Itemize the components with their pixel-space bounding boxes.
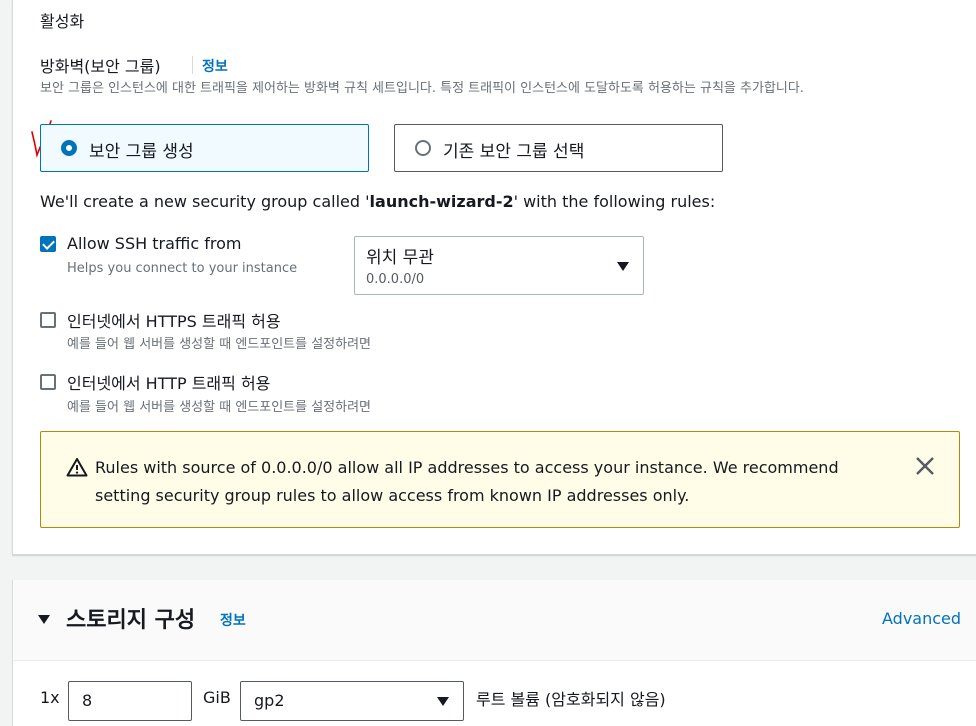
allow-https-checkbox[interactable]: [40, 312, 56, 328]
volume-size-input[interactable]: 8: [68, 681, 192, 721]
alert-message: Rules with source of 0.0.0.0/0 allow all…: [95, 458, 839, 505]
select-existing-security-group-label: 기존 보안 그룹 선택: [443, 142, 585, 162]
storage-config-section: 스토리지 구성 정보 Advanced 1x 8 GiB gp2 루트 볼륨 (…: [12, 580, 976, 726]
firewall-label: 방화벽(보안 그룹): [40, 57, 161, 76]
select-existing-security-group-option[interactable]: 기존 보안 그룹 선택: [394, 124, 723, 172]
firewall-description: 보안 그룹은 인스턴스에 대한 트래픽을 제어하는 방화벽 규칙 세트입니다. …: [40, 81, 804, 96]
collapse-caret-icon[interactable]: [38, 615, 50, 624]
allow-ssh-description: Helps you connect to your instance: [67, 261, 298, 276]
warning-icon: [66, 458, 88, 477]
storage-section-header[interactable]: 스토리지 구성 정보 Advanced: [13, 580, 976, 661]
volume-multiplier: 1x: [40, 688, 60, 707]
storage-info-link[interactable]: 정보: [220, 610, 246, 630]
close-icon[interactable]: [913, 454, 937, 478]
root-volume-label: 루트 볼륨 (암호화되지 않음): [476, 690, 666, 709]
volume-type-select[interactable]: gp2: [240, 681, 464, 721]
caret-down-icon: [617, 262, 629, 271]
allow-http-label: 인터넷에서 HTTP 트래픽 허용: [67, 374, 271, 393]
volume-size-value: 8: [82, 691, 93, 710]
allow-https-label: 인터넷에서 HTTPS 트래픽 허용: [67, 312, 281, 331]
open-source-warning-alert: Rules with source of 0.0.0.0/0 allow all…: [40, 431, 960, 528]
network-settings-panel: 활성화 방화벽(보안 그룹) 정보 보안 그룹은 인스턴스에 대한 트래픽을 제…: [12, 0, 976, 555]
create-security-group-option[interactable]: 보안 그룹 생성: [40, 124, 369, 172]
allow-http-description: 예를 들어 웹 서버를 생성할 때 엔드포인트를 설정하려면: [67, 400, 372, 415]
allow-ssh-label: Allow SSH traffic from: [67, 234, 242, 253]
ssh-source-value: 위치 무관: [366, 248, 434, 268]
ssh-source-cidr: 0.0.0.0/0: [366, 272, 425, 287]
security-group-note: We'll create a new security group called…: [40, 192, 716, 211]
volume-type-value: gp2: [254, 691, 285, 710]
allow-http-checkbox[interactable]: [40, 374, 56, 390]
volume-size-unit: GiB: [203, 688, 231, 707]
caret-down-icon: [437, 697, 449, 706]
allow-ssh-checkbox[interactable]: [40, 236, 56, 252]
ssh-source-select[interactable]: 위치 무관 0.0.0.0/0: [354, 236, 644, 295]
radio-selected[interactable]: [61, 140, 77, 156]
storage-section-title: 스토리지 구성: [66, 608, 196, 633]
advanced-link[interactable]: Advanced: [882, 609, 961, 628]
security-group-name: launch-wizard-2: [369, 192, 514, 211]
activation-label: 활성화: [40, 12, 85, 31]
radio-unselected[interactable]: [415, 140, 431, 156]
allow-https-description: 예를 들어 웹 서버를 생성할 때 엔드포인트를 설정하려면: [67, 337, 372, 352]
divider: [192, 56, 193, 74]
create-security-group-label: 보안 그룹 생성: [89, 142, 194, 162]
firewall-info-link[interactable]: 정보: [202, 56, 228, 76]
